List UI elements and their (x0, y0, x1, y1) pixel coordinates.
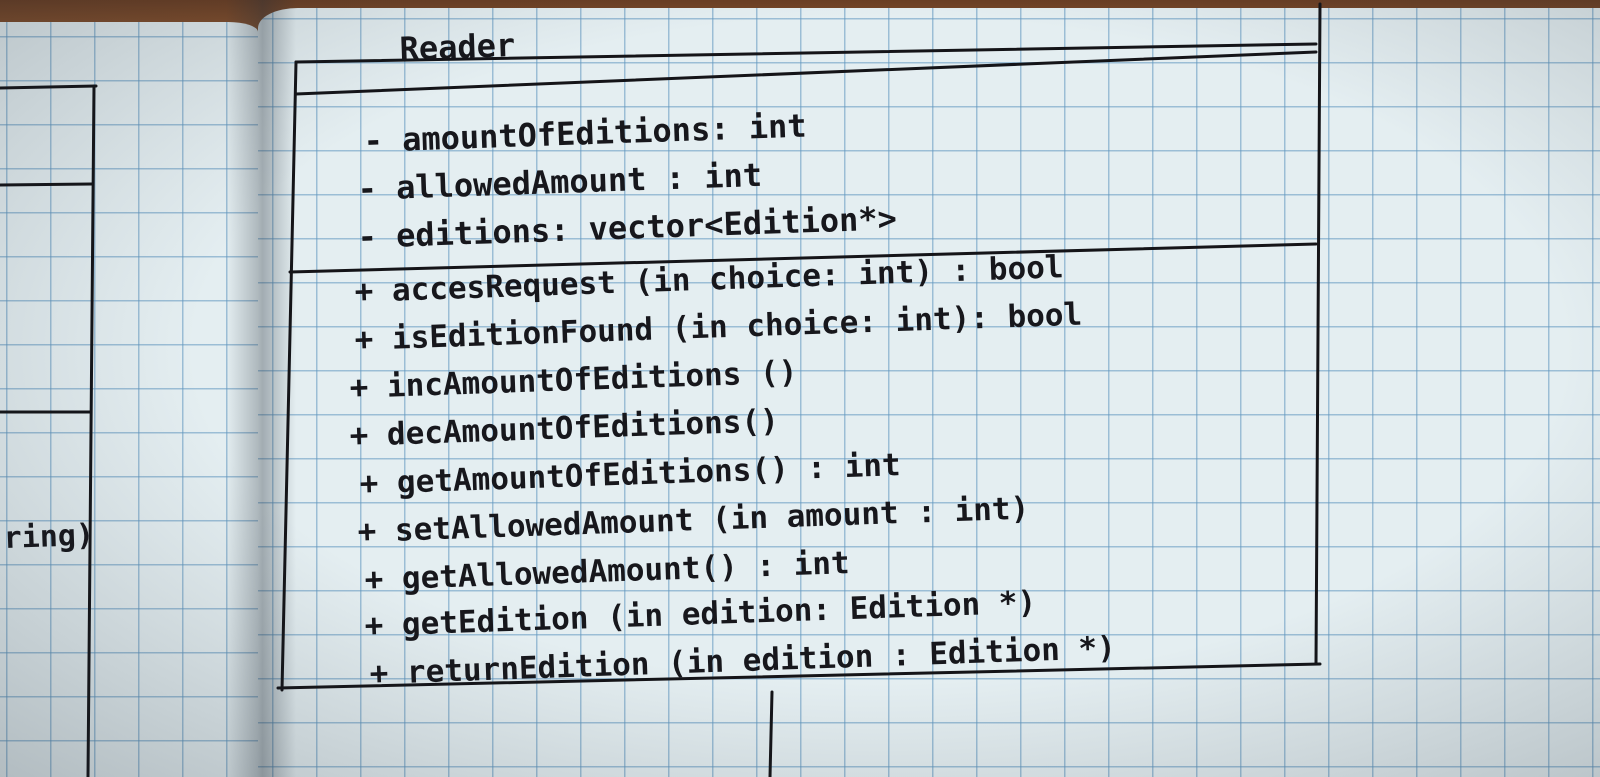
attribute-item: - editions: vector<Edition*> (357, 199, 897, 256)
class-name: Reader (399, 26, 516, 68)
left-fragment-label: ring) (3, 518, 94, 556)
method-item: + decAmountOfEditions() (349, 403, 779, 454)
method-item: + setAllowedAmount (in amount : int) (357, 491, 1030, 550)
association-line (768, 690, 774, 777)
method-item: + getAllowedAmount() : int (364, 545, 850, 598)
methods-compartment: + accesRequest (in choice: int) : bool +… (349, 249, 1116, 692)
class-box-left-edge (280, 60, 298, 692)
left-class-fragment: ring) (0, 84, 98, 777)
attribute-item: - amountOfEditions: int (363, 107, 807, 160)
attribute-item: - allowedAmount : int (357, 156, 763, 208)
attributes-compartment: - amountOfEditions: int - allowedAmount … (357, 107, 897, 256)
uml-class-diagram: ring) Reader - amountOfEditions: int - a… (0, 2, 1322, 777)
method-item: + getAmountOfEditions() : int (359, 447, 901, 502)
notebook-photo: ring) Reader - amountOfEditions: int - a… (0, 0, 1600, 777)
class-box-right-edge (1314, 2, 1322, 666)
method-item: + incAmountOfEditions () (349, 354, 798, 406)
